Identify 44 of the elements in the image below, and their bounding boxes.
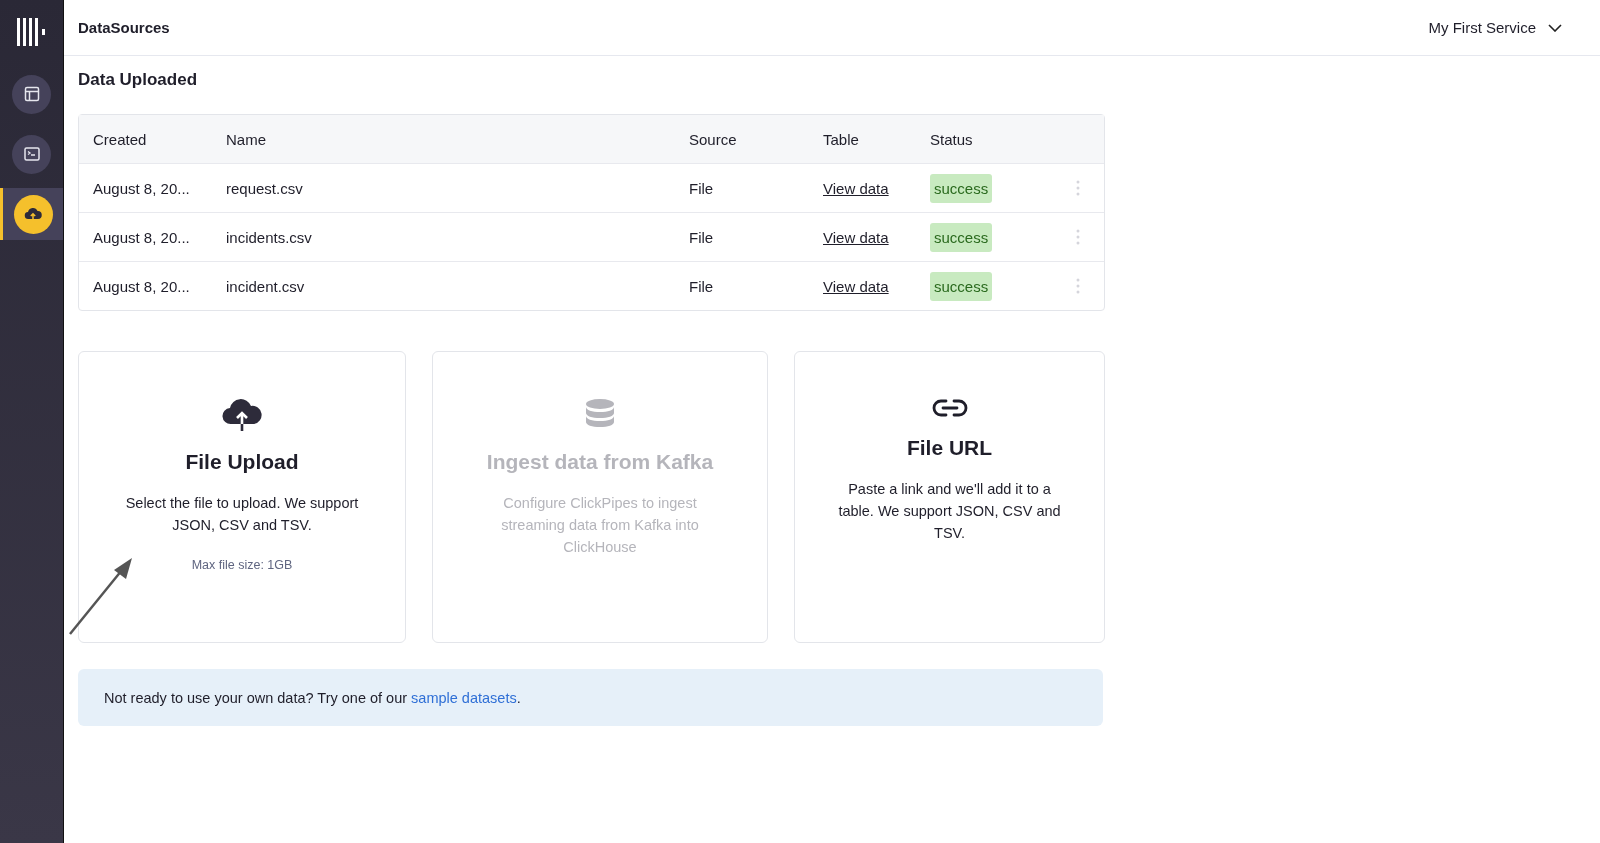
column-header: Table	[822, 130, 860, 148]
table-cell-text: request.csv	[225, 179, 304, 197]
chevron-down-icon	[1548, 23, 1562, 32]
table-cell-text: incident.csv	[225, 277, 306, 295]
sample-datasets-link[interactable]: sample datasets	[411, 689, 517, 706]
column-header: Created	[92, 130, 148, 148]
sidebar-item[interactable]	[12, 134, 51, 174]
card-description: Select the file to upload. We support JSON, CSV and TSV.	[124, 494, 360, 535]
cloud-upload-icon	[24, 207, 42, 221]
option-card[interactable]: File Upload Select the file to upload. We support JSON, CSV and TSV. Max file size: 1GB	[78, 351, 406, 643]
sidebar-item[interactable]	[13, 194, 53, 234]
table-cell-text: August 8, 20...	[92, 179, 191, 197]
section-title: Data Uploaded	[78, 70, 199, 90]
table-cell-text: File	[688, 228, 715, 246]
terminal-icon	[23, 147, 40, 161]
table-cell-text: incidents.csv	[225, 228, 313, 246]
card-description: Paste a link and we'll add it to a table. We support JSON, CSV and TSV.	[837, 480, 1062, 543]
sidebar-item[interactable]	[12, 74, 51, 114]
status-badge: success	[930, 222, 993, 252]
table-cell-text: August 8, 20...	[92, 228, 191, 246]
link-icon	[931, 398, 968, 418]
banner-text: Not ready to use your own data? Try one of our sample datasets.	[104, 689, 521, 706]
view-data-link[interactable]: View data	[823, 228, 889, 246]
column-header: Status	[929, 130, 974, 148]
view-data-link[interactable]: View data	[823, 179, 889, 197]
card-title: File URL	[906, 436, 993, 460]
view-data-link[interactable]: View data	[823, 277, 889, 295]
table-cell-text: August 8, 20...	[92, 277, 191, 295]
card-title: Ingest data from Kafka	[486, 450, 714, 474]
card-title: File Upload	[185, 450, 299, 474]
table-cell-text: File	[688, 277, 715, 295]
file-size-note: Max file size: 1GB	[191, 558, 293, 572]
layout-icon	[23, 86, 40, 102]
column-header: Source	[688, 130, 738, 148]
column-header: Name	[225, 130, 267, 148]
status-badge: success	[930, 271, 993, 301]
cloud-upload-icon	[221, 398, 263, 432]
service-selector[interactable]: My First Service	[1422, 18, 1568, 37]
status-badge: success	[930, 173, 993, 203]
option-card[interactable]: File URL Paste a link and we'll add it to a table. We support JSON, CSV and TSV.	[794, 351, 1105, 643]
card-description: Configure ClickPipes to ingest streaming data from Kafka into ClickHouse	[500, 494, 700, 557]
page-title: DataSources	[78, 19, 170, 36]
logo-icon	[16, 18, 47, 46]
table-cell-text: File	[688, 179, 715, 197]
